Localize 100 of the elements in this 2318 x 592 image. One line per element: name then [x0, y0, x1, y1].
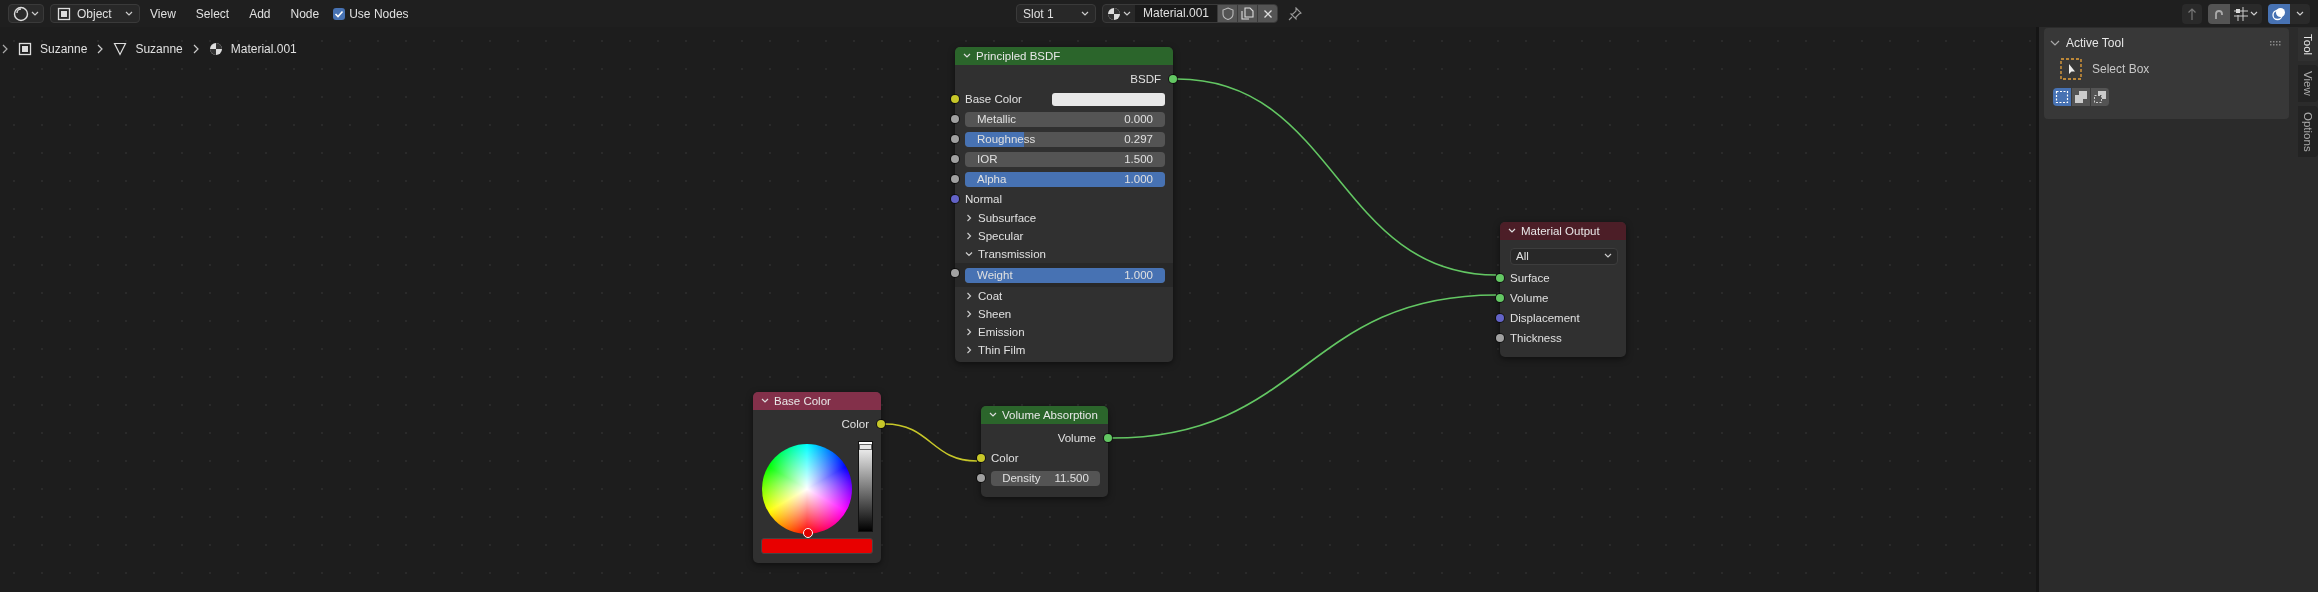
panel-toggle[interactable]: Specular: [965, 228, 1024, 244]
socket-label: Base Color: [965, 93, 1023, 105]
caret-icon: [31, 10, 39, 17]
chevron-right-icon: [965, 232, 973, 240]
chevron-right-icon: [965, 346, 973, 354]
panel-toggle[interactable]: Sheen: [965, 306, 1012, 322]
socket-label: BSDF: [1130, 73, 1161, 85]
node-header[interactable]: Base Color: [753, 392, 881, 410]
node-title: Material Output: [1521, 225, 1600, 237]
chevron-right-icon: [97, 44, 104, 54]
panel-toggle[interactable]: Subsurface: [965, 210, 1037, 226]
socket[interactable]: [1496, 274, 1504, 282]
menu-item[interactable]: Add: [239, 6, 281, 21]
overlay-circles-icon: [2272, 6, 2286, 21]
up-arrow-icon: [2186, 6, 2198, 21]
material-icon: [208, 42, 223, 56]
slot-dropdown[interactable]: Slot 1: [1015, 4, 1096, 23]
panel-toggle[interactable]: Coat: [965, 288, 1003, 304]
sidebar-tab[interactable]: Tool: [2298, 28, 2318, 62]
chevron-down-icon: [1508, 228, 1516, 234]
socket[interactable]: [951, 115, 959, 123]
parent-node-button[interactable]: [2182, 3, 2202, 24]
chevron-down-icon: [761, 398, 769, 404]
sidebar-tab[interactable]: View: [2298, 65, 2318, 102]
slider-handle[interactable]: [859, 444, 872, 450]
panel-toggle[interactable]: Transmission: [965, 246, 1046, 262]
breadcrumb-item[interactable]: Material.001: [230, 42, 297, 56]
node-title: Principled BSDF: [976, 50, 1061, 62]
tool-name: Select Box: [2092, 62, 2150, 76]
panel-toggle[interactable]: Emission: [965, 324, 1025, 340]
breadcrumb-item[interactable]: Suzanne: [135, 42, 183, 56]
number-field[interactable]: IOR 1.500: [965, 151, 1165, 167]
menu-item[interactable]: Node: [280, 6, 330, 21]
node-dropdown[interactable]: All: [1510, 247, 1618, 265]
socket-label: Volume: [1057, 432, 1096, 444]
socket-label: Surface: [1510, 272, 1550, 284]
node-header[interactable]: Principled BSDF: [955, 47, 1173, 65]
number-field[interactable]: Metallic 0.000: [965, 111, 1165, 127]
chevron-right-icon: [965, 310, 973, 318]
object-icon: [57, 6, 71, 21]
socket[interactable]: [951, 155, 959, 163]
chevron-right-icon: [192, 44, 199, 54]
pin-icon[interactable]: [1288, 6, 1302, 21]
socket[interactable]: [951, 135, 959, 143]
socket-label: Thickness: [1510, 332, 1562, 344]
socket[interactable]: [977, 454, 985, 462]
editor-type-button[interactable]: [8, 4, 44, 23]
object-icon: [18, 42, 32, 56]
chevron-down-icon: [965, 250, 973, 258]
color-swatch[interactable]: [1052, 92, 1165, 106]
socket-label: Volume: [1510, 292, 1549, 304]
number-field[interactable]: Density 11.500: [991, 470, 1100, 486]
menu-item[interactable]: View: [140, 6, 186, 21]
sphere-icon: [13, 5, 29, 22]
socket[interactable]: [1496, 294, 1504, 302]
socket-label: Normal: [965, 193, 1003, 205]
chevron-down-icon: [989, 412, 997, 418]
breadcrumb-item[interactable]: Suzanne: [40, 42, 88, 56]
mode-dropdown[interactable]: Object: [50, 4, 140, 23]
socket[interactable]: [951, 175, 959, 183]
socket-label: Color: [991, 452, 1019, 464]
socket-label: Color: [841, 418, 869, 430]
set-mode-button[interactable]: [2053, 88, 2072, 106]
value-slider[interactable]: Alpha 1.000: [965, 171, 1165, 187]
socket[interactable]: [951, 269, 959, 277]
node-header[interactable]: Material Output: [1500, 222, 1626, 240]
drag-grip-icon[interactable]: [2270, 40, 2281, 46]
chevron-right-icon: [2, 44, 8, 54]
chevron-down-icon: [963, 53, 971, 59]
node-title: Base Color: [774, 395, 831, 407]
chevron-right-icon: [965, 328, 973, 336]
select-box-icon[interactable]: [2060, 58, 2082, 80]
node-header[interactable]: Volume Absorption: [981, 406, 1108, 424]
caret-icon: [2296, 10, 2304, 17]
value-slider[interactable]: Weight 1.000: [965, 267, 1165, 283]
socket[interactable]: [1104, 434, 1112, 442]
caret-icon: [2250, 10, 2258, 17]
socket[interactable]: [977, 474, 985, 482]
panel-toggle[interactable]: Thin Film: [965, 342, 1026, 358]
sidebar-tab[interactable]: Options: [2298, 105, 2318, 158]
socket[interactable]: [1169, 75, 1177, 83]
extend-mode-button[interactable]: [2072, 88, 2091, 106]
use-nodes-checkbox[interactable]: Use Nodes: [333, 6, 409, 21]
snap-mode-dropdown[interactable]: [2230, 3, 2262, 24]
chevron-right-icon: [965, 292, 973, 300]
snap-toggle[interactable]: [2208, 3, 2230, 24]
panel-title: Active Tool: [2066, 36, 2124, 50]
checkmark-icon: [334, 8, 345, 19]
caret-icon: [1080, 10, 1089, 17]
socket[interactable]: [877, 420, 885, 428]
socket[interactable]: [951, 95, 959, 103]
value-slider[interactable]: [858, 441, 873, 532]
chevron-down-icon[interactable]: [2050, 39, 2060, 47]
menu-item[interactable]: Select: [185, 6, 240, 21]
overlays-toggle[interactable]: [2268, 3, 2290, 24]
socket[interactable]: [1496, 334, 1504, 342]
subtract-mode-button[interactable]: [2091, 88, 2110, 106]
grid-icon: [2234, 6, 2248, 21]
caret-icon: [1604, 253, 1612, 259]
color-swatch[interactable]: [761, 538, 873, 554]
